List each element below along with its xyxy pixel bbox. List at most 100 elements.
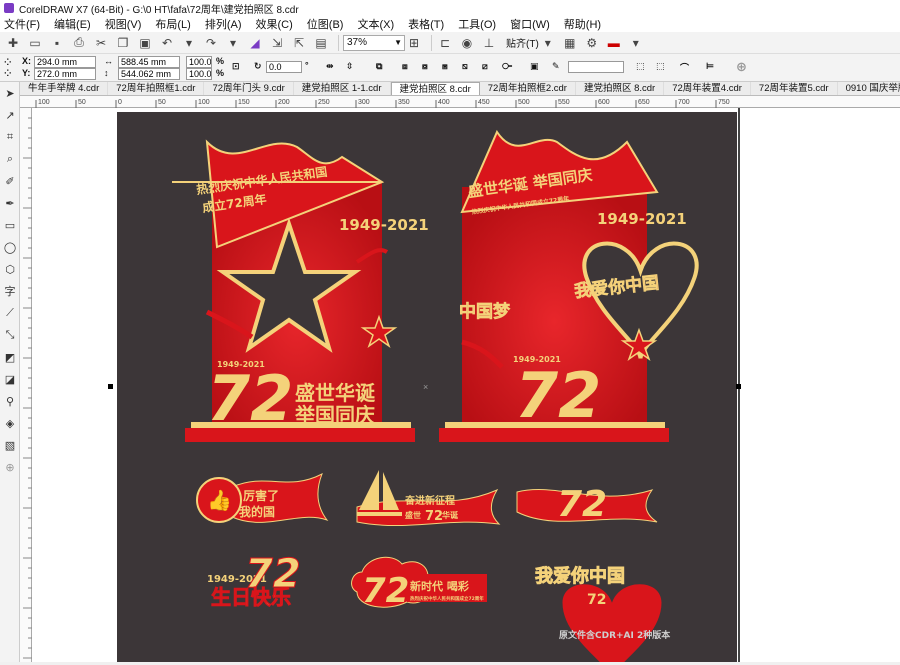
combine-icon[interactable]: ⧉ [376,61,382,72]
zoom-level-select[interactable]: 37% ▼ [343,34,405,51]
undo-dropdown-icon[interactable]: ▾ [180,34,198,52]
redo-dropdown-icon[interactable]: ▾ [224,34,242,52]
vertical-ruler[interactable] [20,108,32,662]
add-icon[interactable]: ⊕ [736,59,747,75]
scale-x-field[interactable] [186,56,212,68]
document-tab[interactable]: 建党拍照区 1-1.cdr [294,82,391,95]
document-tab[interactable]: 72周年装置5.cdr [751,82,838,95]
selection-handle-right[interactable] [736,384,741,389]
print-icon[interactable]: ⎙ [70,34,88,52]
shape-tool-icon[interactable]: ↗ [0,104,20,126]
menu-table[interactable]: 表格(T) [408,16,444,32]
full-screen-icon[interactable]: ⊞ [405,34,423,52]
to-back-icon[interactable]: ⬚ [656,61,665,72]
badge-thumbs-up[interactable]: 👍 厉害了 我的国 [196,472,329,523]
menu-help[interactable]: 帮助(H) [564,16,601,32]
selection-handle-left[interactable] [108,384,113,389]
width-field[interactable] [118,56,180,68]
back-minus-front-icon[interactable]: ⧃ [502,61,512,72]
selection-center-marker[interactable]: × [423,382,428,392]
smart-fill-icon[interactable]: ▧ [0,434,20,456]
show-guidelines-icon[interactable]: ⊥ [480,34,498,52]
menu-effects[interactable]: 效果(C) [256,16,293,32]
eyedropper-icon[interactable]: ⚲ [0,390,20,412]
save-icon[interactable]: ▪ [48,34,66,52]
add-tool-icon[interactable]: ⊕ [0,456,20,478]
welcome-screen-icon[interactable]: ▬ [605,34,623,52]
interactive-fill-icon[interactable]: ◈ [0,412,20,434]
transparency-icon[interactable]: ◪ [0,368,20,390]
document-tab[interactable]: 牛年手举牌 4.cdr [20,82,109,95]
scale-y-field[interactable] [186,68,212,80]
options-icon[interactable]: ▦ [561,34,579,52]
align-distribute-icon[interactable]: ⊨ [706,61,714,72]
export-icon[interactable]: ⇱ [290,34,308,52]
trim-icon[interactable]: ⧇ [422,61,428,72]
outline-width-select[interactable] [568,61,624,73]
freehand-tool-icon[interactable]: ✐ [0,170,20,192]
pick-tool-icon[interactable]: ➤ [0,82,20,104]
horizontal-ruler[interactable]: 100 50 0 50 100 150 200 250 300 350 400 450 500 550 60… [20,96,900,108]
rotation-angle-field[interactable] [266,61,302,73]
cut-icon[interactable]: ✂ [92,34,110,52]
document-tab[interactable]: 72周年拍照框2.cdr [480,82,576,95]
intersect-icon[interactable]: ⧆ [442,61,448,72]
document-tab-active[interactable]: 建党拍照区 8.cdr [390,82,480,95]
application-launcher-icon[interactable]: ⚙ [583,34,601,52]
menu-text[interactable]: 文本(X) [357,16,394,32]
copy-icon[interactable]: ❐ [114,34,132,52]
menu-bitmaps[interactable]: 位图(B) [307,16,344,32]
mirror-horizontal-icon[interactable]: ⇹ [326,61,334,72]
redo-icon[interactable]: ↷ [202,34,220,52]
menu-arrange[interactable]: 排列(A) [205,16,242,32]
lock-ratio-icon[interactable]: ⊡ [232,61,240,72]
right-photo-board[interactable]: 盛世华诞 举国同庆 热烈庆祝中华人民共和国成立72周年 1949-2021 中国… [439,129,699,442]
show-grid-icon[interactable]: ◉ [458,34,476,52]
chevron-down-icon[interactable]: ▾ [627,34,645,52]
y-position-field[interactable] [34,68,96,80]
zoom-tool-icon[interactable]: ⌕ [0,148,20,170]
rectangle-tool-icon[interactable]: ▭ [0,214,20,236]
badge-birthday[interactable]: 1949-2021 72 生日快乐 [207,551,301,610]
height-field[interactable] [118,68,180,80]
badge-heart[interactable]: 我爱你中国 72 [535,565,662,665]
document-tab[interactable]: 72周年门头 9.cdr [204,82,294,95]
text-tool-icon[interactable]: 字 [0,280,20,302]
drop-shadow-icon[interactable]: ◩ [0,346,20,368]
mirror-vertical-icon[interactable]: ⇳ [346,61,354,72]
menu-layout[interactable]: 布局(L) [155,16,190,32]
menu-view[interactable]: 视图(V) [105,16,142,32]
badge-cloud-72[interactable]: 72 新时代 喝彩 热烈庆祝中华人民共和国成立72周年 [351,556,487,611]
snap-to-dropdown[interactable]: 贴齐(T) [506,35,539,50]
polygon-tool-icon[interactable]: ⬡ [0,258,20,280]
paste-icon[interactable]: ▣ [136,34,154,52]
search-content-icon[interactable]: ◢ [246,34,264,52]
new-document-icon[interactable]: ✚ [4,34,22,52]
menu-file[interactable]: 文件(F) [4,16,40,32]
connector-tool-icon[interactable]: ⤡ [0,324,20,346]
x-position-field[interactable] [34,56,96,68]
parallel-dimension-icon[interactable]: ⟋ [0,302,20,324]
chevron-down-icon[interactable]: ▾ [539,34,557,52]
to-front-icon[interactable]: ⬚ [636,61,645,72]
menu-window[interactable]: 窗口(W) [510,16,550,32]
artistic-media-icon[interactable]: ✒ [0,192,20,214]
menu-tools[interactable]: 工具(O) [458,16,496,32]
document-tab[interactable]: 72周年拍照框1.cdr [108,82,205,95]
simplify-icon[interactable]: ⧅ [462,61,468,72]
document-tab[interactable]: 建党拍照区 8.cdr [576,82,665,95]
menu-edit[interactable]: 编辑(E) [54,16,91,32]
convert-to-curves-icon[interactable]: ⌒ [680,61,689,74]
document-tab[interactable]: 72周年装置4.cdr [664,82,751,95]
undo-icon[interactable]: ↶ [158,34,176,52]
crop-tool-icon[interactable]: ⌗ [0,126,20,148]
weld-icon[interactable]: ⧈ [402,61,408,72]
left-photo-board[interactable]: 热烈庆祝中华人民共和国 成立72周年 1949-2021 72 1949-202… [172,139,429,442]
publish-pdf-icon[interactable]: ▤ [312,34,330,52]
document-tab[interactable]: 0910 国庆举牌1.cdr [838,82,900,95]
badge-ribbon-72[interactable]: 72 [516,484,658,525]
create-boundary-icon[interactable]: ▣ [530,61,539,72]
ellipse-tool-icon[interactable]: ◯ [0,236,20,258]
open-folder-icon[interactable]: ▭ [26,34,44,52]
import-icon[interactable]: ⇲ [268,34,286,52]
